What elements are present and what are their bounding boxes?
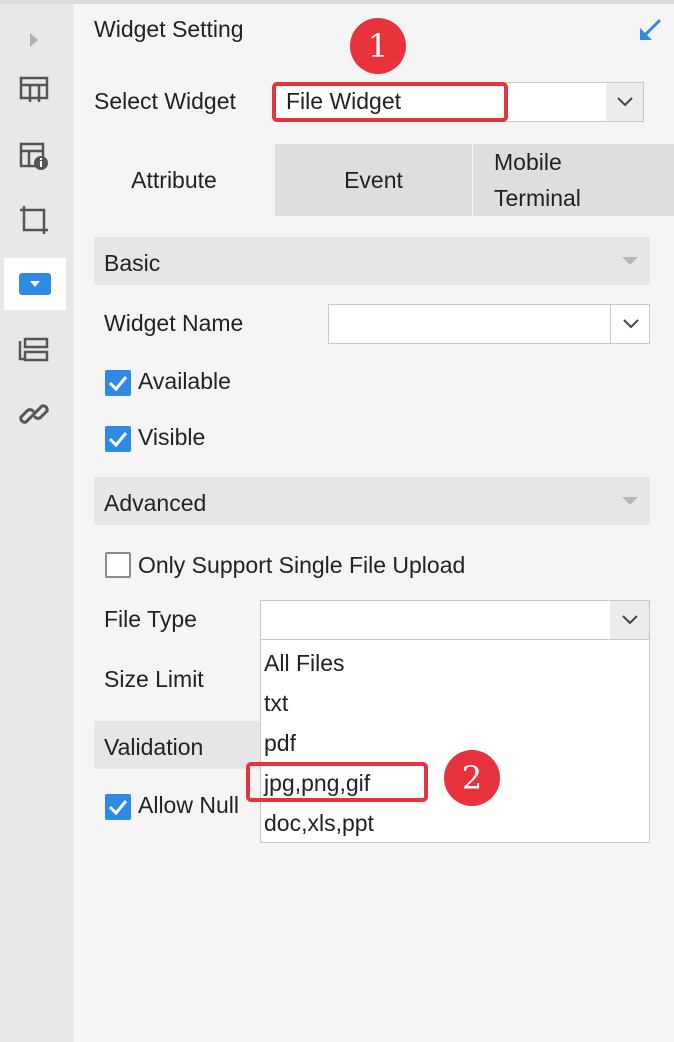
tab-mobile-label-line2: Terminal — [494, 185, 581, 211]
widget-name-label: Widget Name — [104, 310, 244, 336]
checkmark-icon — [108, 432, 128, 448]
allow-null-label: Allow Null — [138, 792, 239, 818]
checkmark-icon — [108, 376, 128, 392]
single-upload-checkbox[interactable] — [105, 552, 131, 578]
tab-mobile-label-line1: Mobile — [494, 149, 562, 175]
validation-section-title: Validation — [104, 734, 204, 760]
file-type-option-txt[interactable]: txt — [264, 690, 288, 717]
tab-event[interactable]: Event — [275, 144, 472, 216]
frame-icon[interactable] — [16, 202, 52, 238]
annotation-highlight-select-widget — [272, 82, 508, 122]
advanced-section-header[interactable]: Advanced — [94, 477, 650, 525]
annotation-marker-2: 2 — [444, 750, 500, 806]
file-type-label: File Type — [104, 606, 197, 632]
widget-settings-icon[interactable] — [4, 258, 66, 310]
expand-arrow-icon[interactable] — [16, 22, 52, 58]
select-widget-chevron-icon[interactable] — [606, 83, 643, 121]
visible-checkbox[interactable] — [105, 426, 131, 452]
file-type-option-office[interactable]: doc,xls,ppt — [264, 810, 374, 837]
widget-name-chevron-icon[interactable] — [612, 305, 649, 343]
file-type-chevron-icon[interactable] — [610, 601, 649, 639]
tab-mobile-terminal[interactable]: Mobile Terminal — [473, 144, 674, 216]
annotation-marker-1: 1 — [350, 18, 406, 74]
select-widget-label: Select Widget — [94, 88, 236, 114]
file-type-option-all-files[interactable]: All Files — [264, 650, 345, 677]
available-checkbox[interactable] — [105, 370, 131, 396]
widget-name-input[interactable] — [328, 304, 650, 344]
allow-null-checkbox[interactable] — [105, 794, 131, 820]
cell-info-icon[interactable] — [16, 138, 52, 174]
single-upload-label: Only Support Single File Upload — [138, 552, 466, 578]
tab-attribute-label: Attribute — [131, 166, 217, 193]
list-widget-icon[interactable] — [16, 332, 52, 368]
panel-title: Widget Setting — [94, 16, 244, 42]
checkmark-icon — [108, 800, 128, 816]
cell-attribute-icon[interactable] — [16, 72, 52, 108]
collapse-triangle-icon — [622, 497, 638, 505]
collapse-arrow-icon[interactable] — [636, 16, 664, 44]
basic-section-title: Basic — [104, 250, 161, 276]
advanced-section-title: Advanced — [104, 490, 207, 516]
file-type-dropdown[interactable] — [260, 600, 650, 640]
file-type-option-pdf[interactable]: pdf — [264, 730, 296, 757]
size-limit-label: Size Limit — [104, 666, 204, 692]
hyperlink-icon[interactable] — [16, 396, 52, 432]
collapse-triangle-icon — [622, 257, 638, 265]
tab-attribute[interactable]: Attribute — [74, 144, 274, 216]
tab-event-label: Event — [344, 166, 403, 193]
visible-label: Visible — [138, 424, 206, 450]
left-toolbar — [0, 4, 74, 1042]
available-label: Available — [138, 368, 231, 394]
widget-name-divider — [610, 305, 611, 343]
basic-section-header[interactable]: Basic — [94, 237, 650, 285]
annotation-highlight-jpg-option — [246, 762, 428, 802]
